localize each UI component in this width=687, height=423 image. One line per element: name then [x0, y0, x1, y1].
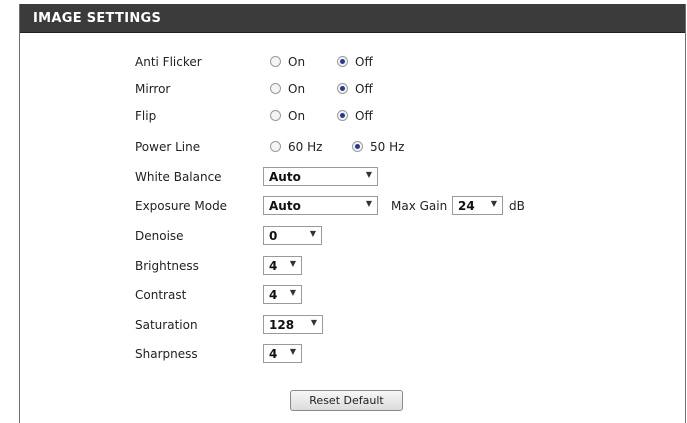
white-balance-label: White Balance	[135, 170, 222, 184]
max-gain-select[interactable]: 24 ▼	[452, 196, 503, 215]
flip-on-radio[interactable]	[270, 110, 281, 121]
flip-on-label: On	[288, 109, 306, 123]
contrast-label: Contrast	[135, 288, 187, 302]
chevron-down-icon: ▼	[289, 259, 296, 268]
sharpness-value: 4	[269, 347, 278, 361]
chevron-down-icon: ▼	[309, 229, 316, 238]
saturation-row: Saturation 128 ▼	[20, 315, 685, 337]
mirror-on-label: On	[288, 82, 306, 96]
sharpness-label: Sharpness	[135, 347, 198, 361]
flip-label: Flip	[135, 109, 157, 123]
contrast-row: Contrast 4 ▼	[20, 285, 685, 307]
brightness-value: 4	[269, 259, 278, 273]
mirror-on-radio[interactable]	[270, 83, 281, 94]
denoise-value: 0	[269, 229, 278, 243]
power-line-60hz-label: 60 Hz	[288, 140, 323, 154]
anti-flicker-label: Anti Flicker	[135, 55, 202, 69]
flip-row: Flip On Off	[20, 106, 685, 128]
chevron-down-icon: ▼	[490, 199, 497, 208]
flip-off-radio[interactable]	[337, 110, 348, 121]
saturation-value: 128	[269, 318, 295, 332]
brightness-select[interactable]: 4 ▼	[263, 256, 302, 275]
anti-flicker-off-radio[interactable]	[337, 56, 348, 67]
max-gain-value: 24	[458, 199, 475, 213]
flip-off-label: Off	[355, 109, 373, 123]
exposure-mode-row: Exposure Mode Auto ▼ Max Gain 24 ▼ dB	[20, 196, 685, 218]
image-settings-panel: IMAGE SETTINGS Anti Flicker On Off Mirro…	[19, 4, 686, 423]
chevron-down-icon: ▼	[365, 170, 372, 179]
chevron-down-icon: ▼	[289, 347, 296, 356]
exposure-mode-select[interactable]: Auto ▼	[263, 196, 378, 215]
exposure-mode-value: Auto	[269, 199, 301, 213]
mirror-off-label: Off	[355, 82, 373, 96]
denoise-select[interactable]: 0 ▼	[263, 226, 322, 245]
exposure-mode-label: Exposure Mode	[135, 199, 228, 213]
sharpness-select[interactable]: 4 ▼	[263, 344, 302, 363]
denoise-label: Denoise	[135, 229, 184, 243]
white-balance-row: White Balance Auto ▼	[20, 167, 685, 189]
reset-default-button[interactable]: Reset Default	[290, 390, 403, 411]
mirror-label: Mirror	[135, 82, 171, 96]
anti-flicker-off-label: Off	[355, 55, 373, 69]
mirror-off-radio[interactable]	[337, 83, 348, 94]
max-gain-label: Max Gain	[391, 199, 448, 213]
mirror-row: Mirror On Off	[20, 79, 685, 101]
max-gain-unit: dB	[509, 199, 525, 213]
white-balance-value: Auto	[269, 170, 301, 184]
contrast-select[interactable]: 4 ▼	[263, 285, 302, 304]
contrast-value: 4	[269, 288, 278, 302]
chevron-down-icon: ▼	[310, 318, 317, 327]
power-line-50hz-label: 50 Hz	[370, 140, 405, 154]
white-balance-select[interactable]: Auto ▼	[263, 167, 378, 186]
chevron-down-icon: ▼	[365, 199, 372, 208]
section-header: IMAGE SETTINGS	[20, 4, 685, 33]
saturation-label: Saturation	[135, 318, 198, 332]
anti-flicker-on-radio[interactable]	[270, 56, 281, 67]
power-line-label: Power Line	[135, 140, 201, 154]
anti-flicker-row: Anti Flicker On Off	[20, 52, 685, 74]
section-title: IMAGE SETTINGS	[33, 11, 162, 26]
anti-flicker-on-label: On	[288, 55, 306, 69]
sharpness-row: Sharpness 4 ▼	[20, 344, 685, 366]
power-line-60hz-radio[interactable]	[270, 141, 281, 152]
power-line-row: Power Line 60 Hz 50 Hz	[20, 137, 685, 159]
brightness-row: Brightness 4 ▼	[20, 256, 685, 278]
denoise-row: Denoise 0 ▼	[20, 226, 685, 248]
chevron-down-icon: ▼	[289, 288, 296, 297]
saturation-select[interactable]: 128 ▼	[263, 315, 323, 334]
power-line-50hz-radio[interactable]	[352, 141, 363, 152]
brightness-label: Brightness	[135, 259, 199, 273]
